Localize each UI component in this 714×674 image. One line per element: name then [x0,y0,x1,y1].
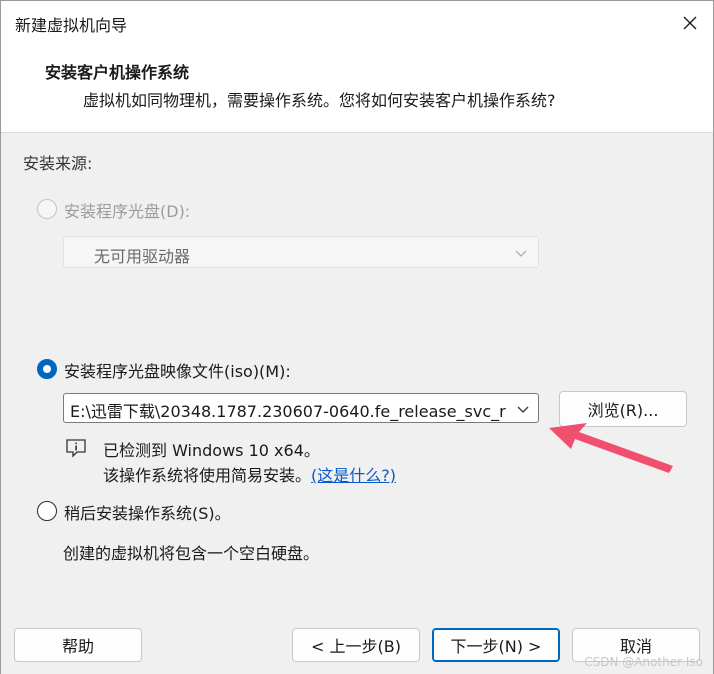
disc-drive-select: 无可用驱动器 [63,236,539,268]
title-bar: 新建虚拟机向导 [1,1,713,45]
iso-radio[interactable] [37,359,57,379]
easy-install-text: 该操作系统将使用简易安装。(这是什么?) [103,462,396,486]
help-button[interactable]: 帮助 [14,628,142,662]
window-title: 新建虚拟机向导 [15,16,128,35]
iso-path-combobox[interactable]: E:\迅雷下载\20348.1787.230607-0640.fe_releas… [63,393,539,423]
chevron-down-icon [515,250,527,257]
easy-install-label: 该操作系统将使用简易安装。 [103,466,312,485]
close-button[interactable] [667,1,713,45]
back-button[interactable]: < 上一步(B) [292,628,420,662]
page-title: 安装客户机操作系统 [45,63,190,82]
install-source-label: 安装来源: [23,154,93,173]
later-description: 创建的虚拟机将包含一个空白硬盘。 [63,544,320,563]
chevron-down-icon [517,406,529,413]
disc-radio [37,199,57,219]
info-icon [66,439,86,458]
watermark: CSDN @Another Iso [584,655,703,669]
next-button[interactable]: 下一步(N) > [432,628,560,662]
browse-button[interactable]: 浏览(R)... [559,391,687,427]
wizard-header: 安装客户机操作系统 虚拟机如同物理机，需要操作系统。您将如何安装客户机操作系统? [1,45,713,133]
install-source-panel: 安装来源: 安装程序光盘(D): 无可用驱动器 安装程序光盘映像文件(iso)(… [1,134,713,614]
iso-option-label[interactable]: 安装程序光盘映像文件(iso)(M): [64,358,291,382]
iso-path-value: E:\迅雷下载\20348.1787.230607-0640.fe_releas… [70,402,506,421]
later-radio[interactable] [37,501,57,521]
wizard-window: 新建虚拟机向导 安装客户机操作系统 虚拟机如同物理机，需要操作系统。您将如何安装… [0,0,714,674]
page-subtitle: 虚拟机如同物理机，需要操作系统。您将如何安装客户机操作系统? [83,91,556,110]
disc-option-label: 安装程序光盘(D): [64,202,191,221]
close-icon [683,16,697,30]
what-is-this-link[interactable]: (这是什么?) [311,466,396,485]
detected-os-text: 已检测到 Windows 10 x64。 [103,441,320,460]
disc-drive-value: 无可用驱动器 [94,247,191,266]
later-option-label[interactable]: 稍后安装操作系统(S)。 [64,500,231,524]
